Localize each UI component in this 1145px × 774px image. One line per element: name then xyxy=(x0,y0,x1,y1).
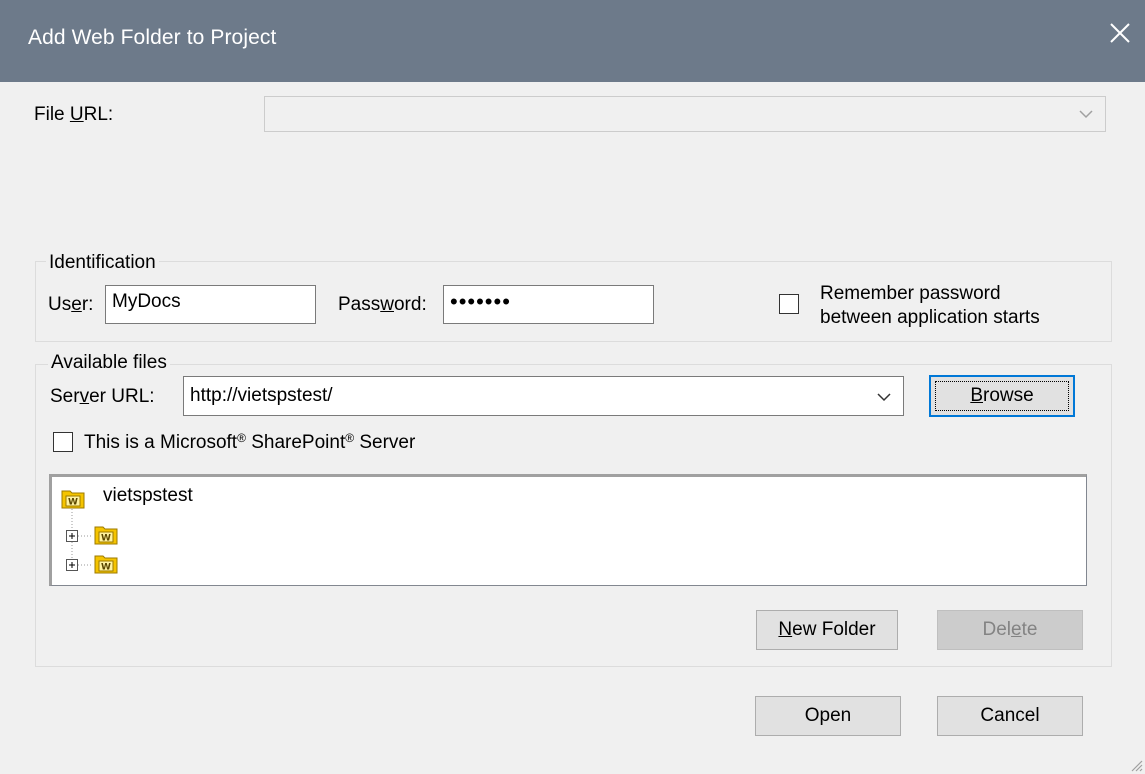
server-url-value: http://vietspstest/ xyxy=(190,385,333,406)
new-folder-button[interactable]: New Folder xyxy=(756,610,898,650)
web-folder-icon: W xyxy=(94,555,118,574)
user-input[interactable]: MyDocs xyxy=(105,285,316,324)
password-input[interactable]: ••••••• xyxy=(443,285,654,324)
remember-password-checkbox[interactable] xyxy=(779,294,799,314)
plus-box-icon xyxy=(66,559,78,571)
file-url-label: File URL: xyxy=(34,104,114,125)
available-files-group-title: Available files xyxy=(48,352,170,374)
svg-text:W: W xyxy=(101,534,111,544)
identification-group-title: Identification xyxy=(46,252,159,274)
web-folder-icon: W xyxy=(94,526,118,545)
folder-tree[interactable]: W vietspstest W W xyxy=(49,474,1087,586)
server-url-label: Server URL: xyxy=(50,386,155,407)
delete-button[interactable]: Delete xyxy=(937,610,1083,650)
browse-button[interactable]: Browse xyxy=(929,375,1075,417)
tree-item-child[interactable]: W xyxy=(94,552,118,580)
file-url-combobox[interactable] xyxy=(264,96,1106,132)
tree-connector-lines xyxy=(71,509,92,566)
password-label: Password: xyxy=(338,294,427,315)
close-button[interactable] xyxy=(1095,16,1145,60)
server-url-combobox[interactable]: http://vietspstest/ xyxy=(183,376,904,416)
cancel-button[interactable]: Cancel xyxy=(937,696,1083,736)
close-icon xyxy=(1110,23,1130,43)
chevron-down-icon xyxy=(1079,110,1093,119)
remember-password-label: Remember password between application st… xyxy=(820,283,1040,328)
tree-item-child[interactable]: W xyxy=(94,523,118,551)
sharepoint-checkbox[interactable] xyxy=(53,432,73,452)
tree-expand-toggle[interactable] xyxy=(66,526,78,548)
chevron-down-icon[interactable] xyxy=(875,386,893,408)
plus-box-icon xyxy=(66,530,78,542)
svg-text:W: W xyxy=(101,563,111,573)
user-label: User: xyxy=(48,294,94,315)
tree-expand-toggle[interactable] xyxy=(66,555,78,577)
title-bar: Add Web Folder to Project xyxy=(0,0,1145,82)
sharepoint-label: This is a Microsoft® SharePoint® Server xyxy=(84,431,416,453)
open-button[interactable]: Open xyxy=(755,696,901,736)
resize-grip-icon[interactable] xyxy=(1127,756,1143,772)
window-title: Add Web Folder to Project xyxy=(28,26,277,49)
